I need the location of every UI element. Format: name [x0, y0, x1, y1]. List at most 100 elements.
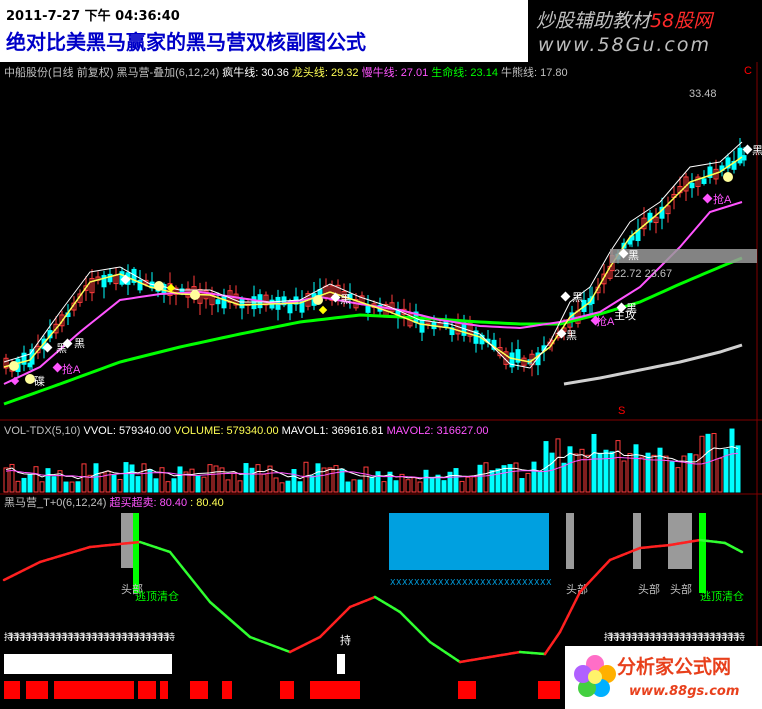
top-zone-block — [633, 513, 641, 569]
top-zone-block — [121, 513, 133, 568]
candlestick — [197, 282, 203, 315]
exit-bar — [133, 513, 139, 593]
signal-markers: 黑 黑 黑 黑 黑 黑 黑 黑 抢A 抢A 抢A 主攻 碟 — [9, 144, 762, 388]
volume-bar — [675, 467, 681, 493]
red-signal-bar — [458, 681, 476, 699]
volume-bar — [33, 466, 39, 493]
candlestick — [665, 196, 671, 223]
volume-bar — [549, 452, 555, 493]
volume-bar — [231, 472, 237, 493]
candlestick — [473, 326, 479, 353]
volume-bar — [291, 469, 297, 493]
candlestick — [689, 173, 695, 198]
volume-bar — [87, 474, 93, 493]
volume-bar — [525, 472, 531, 493]
volume-bar — [345, 481, 351, 493]
marker-attack-label: 主攻 — [614, 308, 636, 322]
red-signal-bar — [310, 681, 360, 699]
volume-bar — [537, 471, 543, 493]
red-signal-bar — [222, 681, 232, 699]
volume-bar — [375, 471, 381, 493]
candlestick — [629, 230, 635, 248]
volume-bar — [249, 467, 255, 493]
candlestick — [281, 291, 287, 308]
buy-zone-block — [389, 513, 549, 570]
candlestick — [35, 334, 41, 360]
volume-bar — [405, 479, 411, 493]
volume-bar — [561, 462, 567, 493]
volume-bar — [261, 473, 267, 493]
candlestick — [293, 287, 299, 312]
marker-attack-1: 主攻 — [614, 308, 636, 322]
volume-bar — [285, 480, 291, 493]
marker-black-label: 黑 — [752, 144, 762, 157]
watermark: 分析家公式网 www.88gs.com — [565, 646, 762, 709]
volume-legend: VOL-TDX(5,10) VVOL: 579340.00 VOLUME: 57… — [4, 425, 489, 437]
volume-bar — [45, 468, 51, 493]
red-signal-bar — [280, 681, 294, 699]
marker-yellow-dot — [313, 295, 323, 305]
candlestick — [299, 290, 305, 318]
white-signal-bar — [4, 654, 172, 674]
red-signal-bar — [538, 681, 560, 699]
hatch-mark: X — [546, 578, 552, 587]
legend-item: MAVOL1: 369616.81 — [279, 425, 384, 437]
candlestick — [221, 288, 227, 315]
volume-bar — [669, 461, 675, 493]
volume-bar — [3, 467, 9, 493]
volume-bar — [255, 464, 261, 493]
volume-bars — [3, 428, 741, 493]
volume-bar — [471, 476, 477, 493]
overbought-oversold-line — [2, 538, 744, 664]
volume-bar — [15, 480, 21, 493]
candlestick — [113, 267, 119, 291]
marker-yellow-dot — [9, 361, 19, 371]
candlestick — [535, 347, 541, 376]
volume-bar — [213, 465, 219, 493]
volume-bar — [351, 479, 357, 493]
candlestick — [413, 303, 419, 329]
volume-bar — [633, 444, 639, 493]
signal-top-label: 头部 — [670, 582, 692, 596]
volume-bar — [357, 479, 363, 493]
legend-item: MAVOL2: 316627.00 — [384, 425, 489, 437]
marker-yellow-dot — [190, 290, 200, 300]
volume-bar — [117, 479, 123, 493]
volume-bar — [657, 447, 663, 493]
volume-bar — [189, 468, 195, 493]
volume-bar — [123, 462, 129, 493]
candlestick — [485, 329, 491, 348]
volume-bar — [363, 466, 369, 493]
price-box-label: 22.72 23.67 — [614, 268, 672, 280]
volume-bar — [591, 433, 597, 493]
legend-item: 牛熊线: 17.80 — [498, 65, 568, 79]
volume-bar — [111, 474, 117, 493]
logo-url: www.58Gu.com — [538, 34, 712, 56]
volume-bar — [687, 453, 693, 493]
volume-bar — [411, 477, 417, 493]
volume-bar — [627, 453, 633, 493]
red-signal-bar — [190, 681, 208, 699]
hold-mark: 持 — [736, 631, 745, 642]
price-high-label: 33.48 — [689, 88, 717, 100]
signal-top-label: 头部 — [638, 582, 660, 596]
volume-bar — [717, 457, 723, 493]
volume-bar — [165, 481, 171, 493]
volume-bar — [207, 464, 213, 493]
signal-hold-label: 持 — [340, 633, 351, 647]
volume-bar — [603, 449, 609, 493]
candlestick — [575, 300, 581, 328]
volume-bar — [195, 475, 201, 493]
watermark-url: www.88gs.com — [629, 684, 740, 699]
top-zone-block — [566, 513, 574, 569]
volume-bar — [75, 481, 81, 493]
candlestick — [3, 353, 9, 375]
volume-bar — [81, 463, 87, 493]
white-signal-bar — [337, 654, 345, 674]
marker-grab-1: 抢A — [52, 362, 81, 376]
bottom-signal-bars — [4, 654, 626, 699]
stock-chart[interactable]: 中船股份(日线 前复权) 黑马营-叠加(6,12,24) 疯牛线: 30.36 … — [0, 62, 762, 709]
legend-item: 黑马营_T+0(6,12,24) — [4, 495, 106, 509]
volume-bar — [489, 470, 495, 493]
marker-yellow-dot — [25, 374, 35, 384]
